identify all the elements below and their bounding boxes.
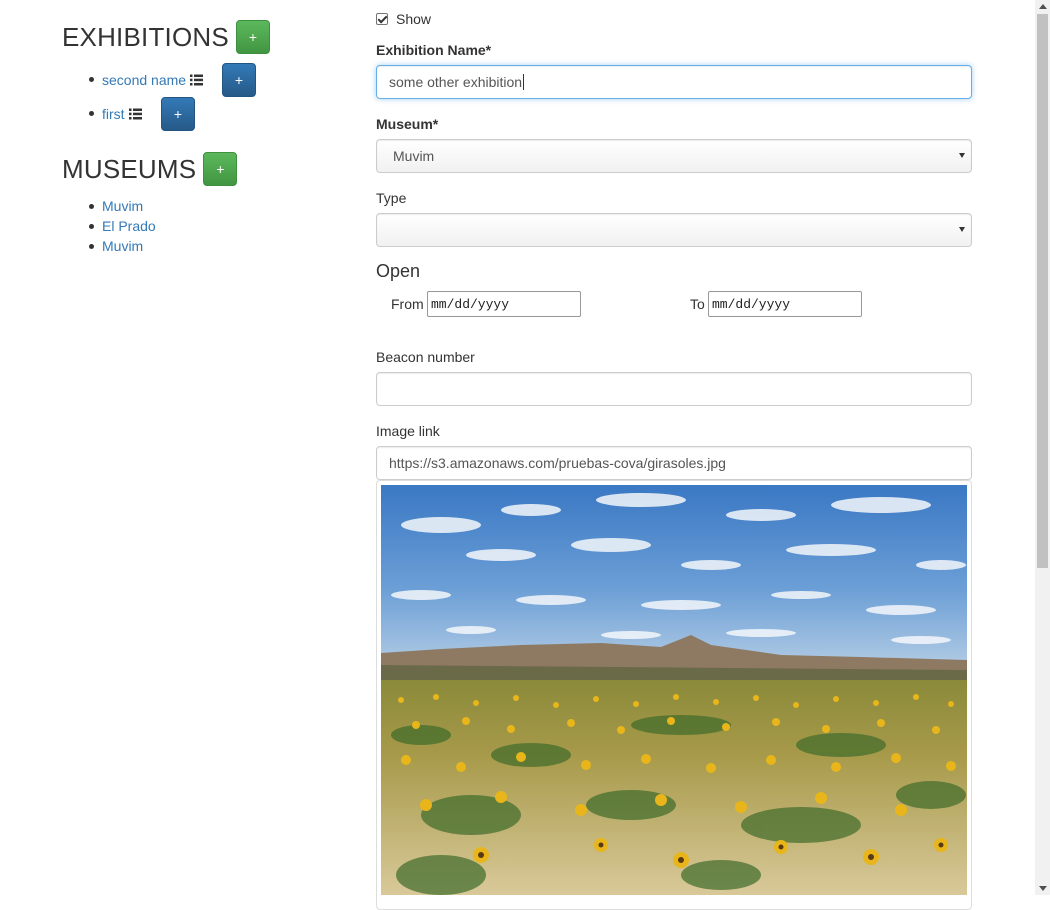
museum-select[interactable]: Muvim xyxy=(376,139,972,173)
to-label: To xyxy=(690,296,705,312)
list-icon[interactable] xyxy=(128,108,142,120)
exhibition-name-value: some other exhibition xyxy=(389,74,525,90)
type-select[interactable] xyxy=(376,213,972,247)
from-date-placeholder: mm/dd/yyyy xyxy=(431,296,510,312)
to-date-placeholder: mm/dd/yyyy xyxy=(712,296,791,312)
museum-link[interactable]: Muvim xyxy=(102,198,143,214)
exhibitions-list: second name + first + xyxy=(88,63,256,131)
list-item: Muvim xyxy=(89,197,156,217)
list-item: first + xyxy=(88,97,203,131)
exhibition-action-button[interactable]: + xyxy=(222,63,256,97)
museums-title: MUSEUMS xyxy=(62,153,197,184)
from-date-input[interactable]: mm/dd/yyyy xyxy=(427,291,581,317)
image-link-label: Image link xyxy=(376,423,440,439)
exhibitions-title: EXHIBITIONS xyxy=(62,21,229,52)
show-toggle[interactable]: Show xyxy=(376,11,431,27)
image-link-input[interactable]: https://s3.amazonaws.com/pruebas-cova/gi… xyxy=(376,446,972,480)
add-museum-button[interactable]: + xyxy=(203,152,238,186)
type-label: Type xyxy=(376,190,407,206)
exhibition-link[interactable]: second name xyxy=(102,72,186,88)
image-link-value: https://s3.amazonaws.com/pruebas-cova/gi… xyxy=(389,455,726,471)
to-date-input[interactable]: mm/dd/yyyy xyxy=(708,291,862,317)
exhibition-name-label: Exhibition Name* xyxy=(376,42,492,58)
from-label: From xyxy=(391,296,424,312)
museums-header: MUSEUMS + xyxy=(62,152,238,186)
list-item: Muvim xyxy=(89,237,156,257)
list-icon[interactable] xyxy=(190,74,204,86)
beacon-input[interactable] xyxy=(376,372,972,406)
beacon-label: Beacon number xyxy=(376,349,475,365)
exhibition-name-input[interactable]: some other exhibition xyxy=(376,65,972,99)
chevron-down-icon xyxy=(959,227,965,232)
museum-label: Museum* xyxy=(376,116,439,132)
chevron-down-icon xyxy=(959,153,965,158)
museum-link[interactable]: Muvim xyxy=(102,238,143,254)
museum-selected-value: Muvim xyxy=(393,148,435,164)
exhibitions-header: EXHIBITIONS + xyxy=(62,20,270,54)
list-item: El Prado xyxy=(89,217,156,237)
sunflower-field-image xyxy=(381,485,967,895)
museums-list: Muvim El Prado Muvim xyxy=(89,197,156,257)
show-label: Show xyxy=(396,11,432,27)
scroll-up-icon[interactable] xyxy=(1039,4,1047,9)
scroll-thumb[interactable] xyxy=(1037,14,1048,568)
scroll-down-icon[interactable] xyxy=(1039,886,1047,891)
exhibition-link[interactable]: first xyxy=(102,106,125,122)
add-exhibition-button[interactable]: + xyxy=(235,20,270,54)
list-item: second name + xyxy=(88,63,256,97)
museum-link[interactable]: El Prado xyxy=(102,218,156,234)
show-checkbox[interactable] xyxy=(376,13,388,25)
page-scrollbar[interactable] xyxy=(1035,0,1050,895)
open-title: Open xyxy=(376,261,421,281)
image-preview xyxy=(376,480,972,910)
exhibition-action-button[interactable]: + xyxy=(161,97,195,131)
